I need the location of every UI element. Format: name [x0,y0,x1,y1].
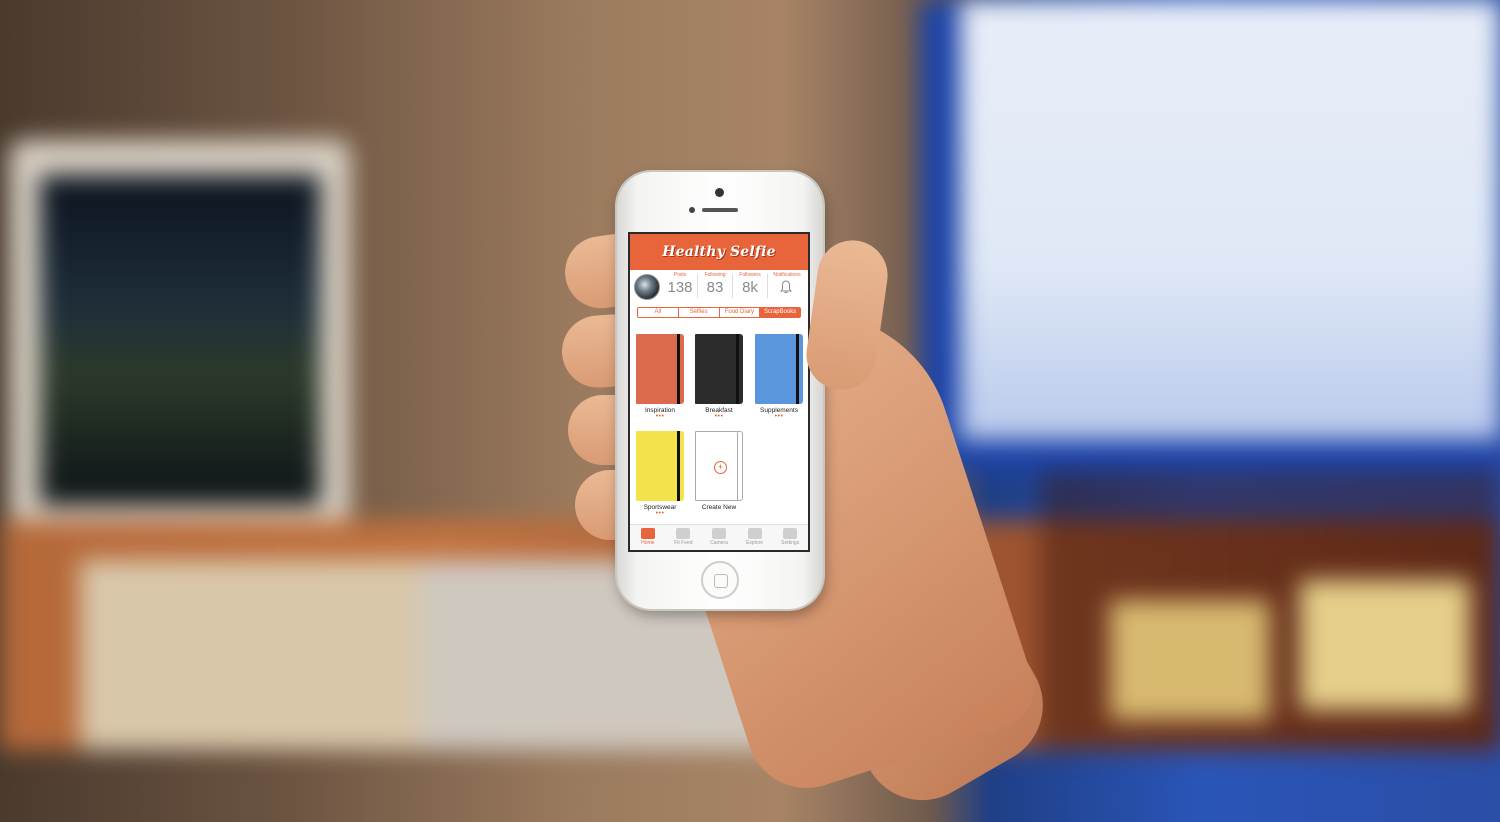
plus-circle-icon: + [714,461,727,474]
bell-icon[interactable] [780,280,792,294]
following-label: Following [704,272,726,278]
phone-screen: Healthy Selfie Posts 138 Following 83 Fo… [628,232,810,552]
tabbar-label: Settings [781,540,800,546]
tabbar-label: Camera [710,540,728,546]
camera-icon [711,528,726,539]
scrapbook-inspiration[interactable]: Inspiration ••• [634,334,686,420]
filter-tabs: All Selfies Food Diary ScrapBooks [637,307,801,318]
earpiece-speaker [702,208,738,212]
tab-food-diary[interactable]: Food Diary [720,308,761,317]
notebook-strap [677,431,680,501]
followers-label: Followers [739,272,761,278]
profile-summary: Posts 138 Following 83 Followers 8k Noti… [630,272,808,300]
tab-all[interactable]: All [638,308,679,317]
notifications-label: Notifications [773,272,801,278]
posts-label: Posts [673,272,687,278]
background-display-screen [960,0,1500,440]
followers-stat[interactable]: Followers 8k [733,272,767,300]
notebook-cover [695,334,743,404]
tabbar-label: Explore [746,540,764,546]
followers-count: 8k [742,279,758,296]
gear-icon [783,528,798,539]
tabbar-explore[interactable]: Explore [737,525,773,550]
notebook-cover [755,334,803,404]
notebook-strap [677,334,680,404]
tabbar-label: Home [641,540,655,546]
create-new-label: Create New [701,504,737,511]
scrapbook-grid: Inspiration ••• Breakfast ••• Supplement… [630,326,808,522]
scrapbook-sportswear[interactable]: Sportswear ••• [634,431,686,517]
notebook-cover [636,334,684,404]
proximity-sensor [689,207,695,213]
following-stat[interactable]: Following 83 [698,272,732,300]
tabbar-home[interactable]: Home [630,525,666,550]
tab-selfies[interactable]: Selfies [679,308,720,317]
tab-scrapbooks[interactable]: ScrapBooks [760,308,800,317]
app-logo: Healthy Selfie [662,244,776,260]
app-view: Healthy Selfie Posts 138 Following 83 Fo… [630,234,808,550]
following-count: 83 [706,279,724,296]
home-button-square [714,574,728,588]
posts-stat[interactable]: Posts 138 [663,272,697,300]
background-sticky-note [1300,580,1470,710]
tabbar-label: Fit Feed [674,540,693,546]
more-options-icon[interactable]: ••• [634,510,686,517]
background-sticky-note [1110,600,1270,720]
tabbar-fit-feed[interactable]: Fit Feed [666,525,702,550]
feed-icon [676,528,691,539]
more-options-icon[interactable]: ••• [753,413,805,420]
scrapbook-supplements[interactable]: Supplements ••• [753,334,805,420]
notebook-strap [796,334,799,404]
phone-home-button[interactable] [701,561,739,599]
home-icon [640,528,655,539]
posts-count: 138 [667,279,693,296]
notebook-strap [736,334,739,404]
notebook-cover-blank: + [695,431,743,501]
front-camera [715,188,724,197]
scrapbook-breakfast[interactable]: Breakfast ••• [693,334,745,420]
tabbar-settings[interactable]: Settings [772,525,808,550]
explore-icon [747,528,762,539]
bottom-tab-bar: Home Fit Feed Camera Explore Settings [630,524,808,550]
more-options-icon[interactable]: ••• [693,413,745,420]
notebook-cover [636,431,684,501]
app-header: Healthy Selfie [630,234,808,270]
background-paper [80,560,440,750]
tabbar-camera[interactable]: Camera [701,525,737,550]
avatar[interactable] [634,274,660,300]
more-options-icon[interactable]: ••• [634,413,686,420]
create-new-scrapbook-button[interactable]: + Create New [693,431,745,511]
background-monitor-screen [40,175,320,505]
notebook-strap [737,432,738,500]
